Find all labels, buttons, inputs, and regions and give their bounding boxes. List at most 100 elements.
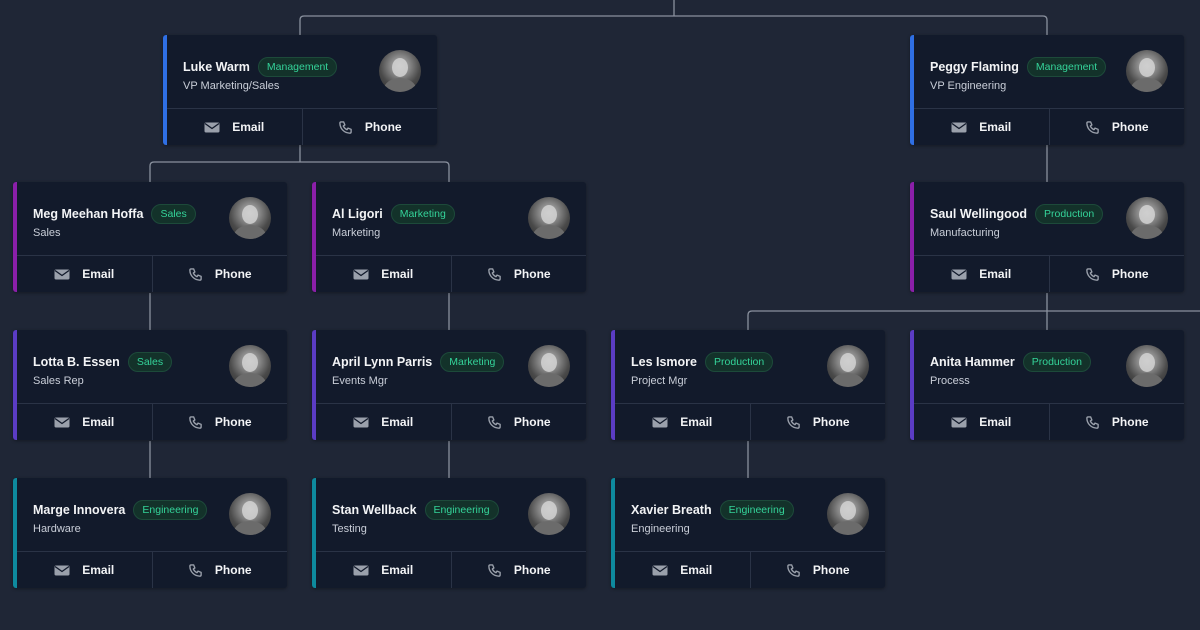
person-name: Lotta B. Essen Sales xyxy=(33,352,173,372)
phone-button-label: Phone xyxy=(513,267,551,281)
email-icon xyxy=(652,565,668,575)
department-badge: Management xyxy=(257,57,338,77)
phone-button-label: Phone xyxy=(812,563,850,577)
card-header: Al Ligori Marketing Marketing xyxy=(316,182,586,256)
phone-button[interactable]: Phone xyxy=(1048,109,1185,145)
email-button[interactable]: Email xyxy=(914,404,1049,440)
person-name-text: April Lynn Parris xyxy=(332,355,433,369)
phone-icon xyxy=(189,415,202,429)
avatar xyxy=(1126,197,1168,239)
job-title: Engineering xyxy=(631,523,690,535)
phone-button-label: Phone xyxy=(812,415,850,429)
card-header: Luke Warm Management VP Marketing/Sales xyxy=(167,35,437,109)
avatar xyxy=(229,197,271,239)
department-badge: Engineering xyxy=(424,500,499,520)
email-button[interactable]: Email xyxy=(316,404,451,440)
job-title: Marketing xyxy=(332,227,381,239)
person-name: Meg Meehan Hoffa Sales xyxy=(33,204,196,224)
card-actions: Email Phone xyxy=(17,255,287,292)
department-badge: Sales xyxy=(151,204,196,224)
person-name-text: Peggy Flaming xyxy=(930,60,1019,74)
phone-icon xyxy=(488,415,501,429)
org-card-saul-wellingood: Saul Wellingood Production Manufacturing Em… xyxy=(910,182,1184,292)
org-card-april-lynn-parris: April Lynn Parris Marketing Events Mgr Emai… xyxy=(312,330,586,440)
email-button-label: Email xyxy=(680,415,713,429)
person-name-text: Stan Wellback xyxy=(332,503,417,517)
phone-button[interactable]: Phone xyxy=(151,552,288,588)
card-header: Meg Meehan Hoffa Sales Sales xyxy=(17,182,287,256)
phone-button-label: Phone xyxy=(364,120,402,134)
email-button[interactable]: Email xyxy=(167,109,302,145)
phone-button[interactable]: Phone xyxy=(450,552,587,588)
card-header: Stan Wellback Engineering Testing xyxy=(316,478,586,552)
card-header: Les Ismore Production Project Mgr xyxy=(615,330,885,404)
job-title: Project Mgr xyxy=(631,375,688,387)
phone-icon xyxy=(488,267,501,281)
card-actions: Email Phone xyxy=(167,108,437,145)
card-actions: Email Phone xyxy=(316,403,586,440)
card-header: Saul Wellingood Production Manufacturing xyxy=(914,182,1184,256)
phone-icon xyxy=(189,563,202,577)
card-actions: Email Phone xyxy=(17,551,287,588)
phone-button[interactable]: Phone xyxy=(450,404,587,440)
phone-button[interactable]: Phone xyxy=(151,256,288,292)
phone-button[interactable]: Phone xyxy=(1048,256,1185,292)
phone-button[interactable]: Phone xyxy=(749,552,886,588)
email-button-label: Email xyxy=(979,415,1012,429)
org-card-marge-innovera: Marge Innovera Engineering Hardware Email Ph… xyxy=(13,478,287,588)
email-button[interactable]: Email xyxy=(17,256,152,292)
person-name: Luke Warm Management xyxy=(183,57,338,77)
phone-button[interactable]: Phone xyxy=(151,404,288,440)
card-header: April Lynn Parris Marketing Events Mgr xyxy=(316,330,586,404)
phone-icon xyxy=(488,563,501,577)
phone-button-label: Phone xyxy=(1111,415,1149,429)
person-name: Les Ismore Production xyxy=(631,352,774,372)
email-button-label: Email xyxy=(979,267,1012,281)
avatar xyxy=(229,493,271,535)
org-card-meg-meehan-hoffa: Meg Meehan Hoffa Sales Sales Email Phone xyxy=(13,182,287,292)
person-name-text: Xavier Breath xyxy=(631,503,712,517)
phone-icon xyxy=(787,563,800,577)
phone-icon xyxy=(1086,415,1099,429)
avatar xyxy=(528,345,570,387)
card-actions: Email Phone xyxy=(17,403,287,440)
card-header: Lotta B. Essen Sales Sales Rep xyxy=(17,330,287,404)
email-button[interactable]: Email xyxy=(914,256,1049,292)
person-name-text: Saul Wellingood xyxy=(930,207,1027,221)
card-header: Marge Innovera Engineering Hardware xyxy=(17,478,287,552)
email-button-label: Email xyxy=(82,563,115,577)
person-name: Anita Hammer Production xyxy=(930,352,1091,372)
phone-button[interactable]: Phone xyxy=(1048,404,1185,440)
person-name-text: Anita Hammer xyxy=(930,355,1015,369)
email-button[interactable]: Email xyxy=(914,109,1049,145)
avatar xyxy=(827,493,869,535)
card-actions: Email Phone xyxy=(615,551,885,588)
phone-button[interactable]: Phone xyxy=(749,404,886,440)
email-button[interactable]: Email xyxy=(316,552,451,588)
email-icon xyxy=(54,417,70,427)
email-icon xyxy=(353,269,369,279)
email-button[interactable]: Email xyxy=(615,552,750,588)
job-title: Sales Rep xyxy=(33,375,84,387)
phone-button[interactable]: Phone xyxy=(450,256,587,292)
email-icon xyxy=(652,417,668,427)
email-icon xyxy=(951,417,967,427)
phone-icon xyxy=(787,415,800,429)
phone-icon xyxy=(1086,120,1099,134)
avatar xyxy=(1126,50,1168,92)
org-card-les-ismore: Les Ismore Production Project Mgr Email Phon… xyxy=(611,330,885,440)
job-title: Testing xyxy=(332,523,367,535)
card-actions: Email Phone xyxy=(615,403,885,440)
department-badge: Production xyxy=(1022,352,1091,372)
phone-button[interactable]: Phone xyxy=(301,109,438,145)
job-title: VP Marketing/Sales xyxy=(183,80,280,92)
card-actions: Email Phone xyxy=(316,255,586,292)
email-button[interactable]: Email xyxy=(17,552,152,588)
email-button[interactable]: Email xyxy=(615,404,750,440)
email-icon xyxy=(353,565,369,575)
email-button[interactable]: Email xyxy=(316,256,451,292)
email-button[interactable]: Email xyxy=(17,404,152,440)
avatar xyxy=(827,345,869,387)
email-button-label: Email xyxy=(381,415,414,429)
department-badge: Engineering xyxy=(719,500,794,520)
